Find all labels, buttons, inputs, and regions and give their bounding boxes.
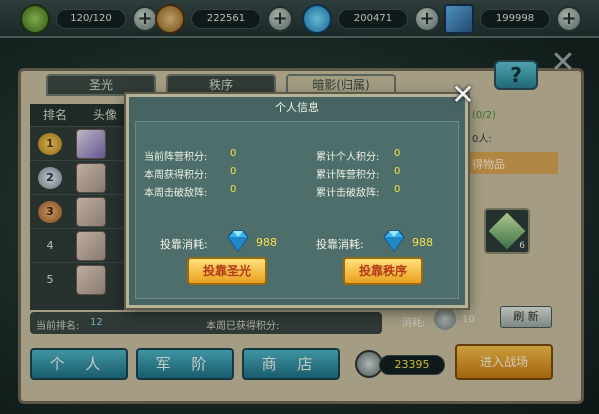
stat-week-score: 本周获得积分: 0 [144,166,237,181]
personal-info-dialog: 个人信息 当前阵营积分: 0 本周获得积分: 0 本周击破敌阵: 0 累计个人积… [126,94,468,308]
cost-value-left: 988 [256,236,277,249]
cost-label-left: 投靠消耗: [160,238,208,251]
join-holy-light-button[interactable]: 投靠圣光 [187,257,267,285]
dialog-title: 个人信息 [275,101,319,114]
cost-label-right: 投靠消耗: [316,238,364,251]
stat-current-camp-score: 当前阵营积分: 0 [144,148,237,163]
stat-total-defeats: 累计击破敌阵: 0 [316,184,401,199]
stat-week-defeats: 本周击破敌阵: 0 [144,184,237,199]
cost-value-right: 988 [412,236,433,249]
close-icon[interactable]: ✕ [448,80,478,110]
diamond-icon [227,230,249,252]
stat-total-camp-score: 累计阵营积分: 0 [316,166,401,181]
diamond-icon [383,230,405,252]
join-order-button[interactable]: 投靠秩序 [343,257,423,285]
stat-total-personal-score: 累计个人积分: 0 [316,148,401,163]
